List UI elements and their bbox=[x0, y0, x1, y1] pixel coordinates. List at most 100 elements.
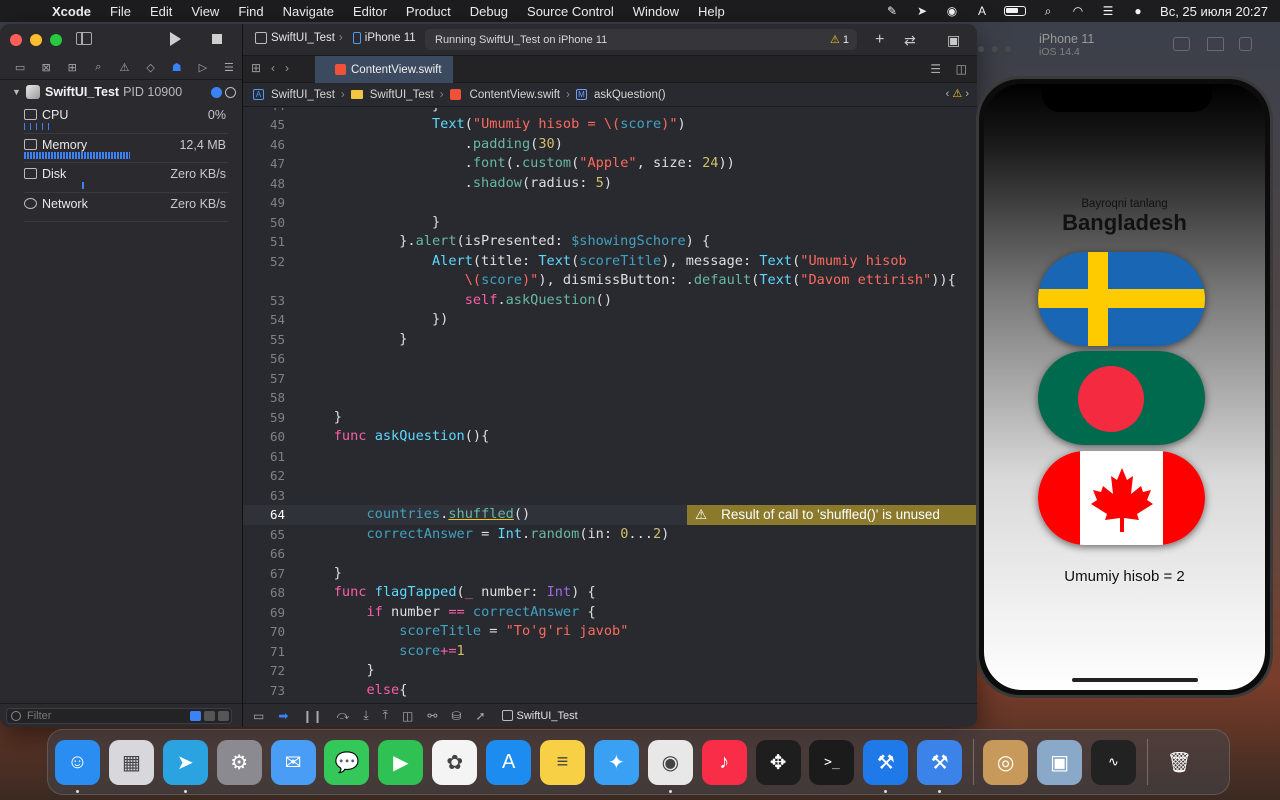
debug-navigator-icon[interactable]: ☗ bbox=[164, 60, 190, 76]
zoom-window-button[interactable] bbox=[50, 34, 62, 46]
dock-app-safari[interactable]: ✦ bbox=[593, 739, 639, 785]
telegram-icon[interactable]: ➤ bbox=[914, 4, 930, 18]
test-navigator-icon[interactable]: ◇ bbox=[138, 60, 164, 76]
code-line[interactable]: 50 } bbox=[243, 213, 977, 233]
code-line[interactable]: 71 score+=1 bbox=[243, 642, 977, 662]
filter-option-icon[interactable] bbox=[190, 710, 201, 721]
dock-app-figma[interactable]: ✥ bbox=[755, 739, 801, 785]
stop-button[interactable] bbox=[212, 34, 222, 44]
screenshot-icon[interactable] bbox=[1173, 37, 1190, 51]
code-line[interactable]: 68 func flagTapped(_ number: Int) { bbox=[243, 583, 977, 603]
dock-app-photos[interactable]: ✿ bbox=[432, 739, 478, 785]
control-center-icon[interactable]: ☰ bbox=[1100, 4, 1116, 18]
dock-app-instruments[interactable]: ⚒ bbox=[917, 739, 963, 793]
code-review-icon[interactable]: ⇄ bbox=[904, 32, 916, 49]
environment-overrides-icon[interactable]: ⛁ bbox=[451, 709, 461, 723]
jumpbar-item[interactable]: SwiftUI_Test bbox=[271, 89, 335, 101]
hide-debug-area-icon[interactable]: ▭ bbox=[253, 709, 264, 723]
report-navigator-icon[interactable]: ☰ bbox=[216, 60, 242, 76]
code-line[interactable]: 54 }) bbox=[243, 310, 977, 330]
jumpbar-item[interactable]: SwiftUI_Test bbox=[370, 89, 434, 101]
warning-count-badge[interactable]: ⚠ 1 bbox=[830, 33, 849, 46]
inspector-toggle-icon[interactable]: ▣ bbox=[947, 32, 960, 49]
step-over-icon[interactable]: ⤼ bbox=[337, 708, 350, 723]
code-line[interactable]: 63 bbox=[243, 486, 977, 506]
dock-app-music[interactable]: ♪ bbox=[701, 739, 747, 785]
tab-contentview[interactable]: ContentView.swift bbox=[315, 56, 453, 83]
home-icon[interactable] bbox=[1207, 37, 1224, 51]
code-line[interactable]: 57 bbox=[243, 369, 977, 389]
step-out-icon[interactable]: ⤒ bbox=[383, 708, 388, 723]
split-editor-icon[interactable]: ◫ bbox=[956, 62, 967, 76]
dock-app-contacts[interactable]: ◎ bbox=[983, 739, 1029, 785]
home-indicator[interactable] bbox=[1072, 678, 1198, 682]
dock-app-app-store[interactable]: A bbox=[486, 739, 532, 785]
dock-app-xcode[interactable]: ⚒ bbox=[863, 739, 909, 793]
code-line[interactable]: 52 Alert(title: Text(scoreTitle), messag… bbox=[243, 252, 977, 272]
play-circle-icon[interactable]: ◉ bbox=[944, 4, 960, 18]
code-line[interactable]: 72 } bbox=[243, 661, 977, 681]
code-line[interactable]: 53 self.askQuestion() bbox=[243, 291, 977, 311]
dock-app-finder[interactable]: ☺ bbox=[55, 739, 100, 793]
memory-graph-icon[interactable]: ⚯ bbox=[427, 709, 437, 723]
gauge-memory[interactable]: Memory 12,4 MB bbox=[24, 134, 228, 163]
sidebar-toggle-icon[interactable] bbox=[76, 32, 92, 45]
code-line[interactable]: 62 bbox=[243, 466, 977, 486]
issue-navigator-icon[interactable]: ⚠ bbox=[111, 60, 137, 76]
step-into-icon[interactable]: ⤓ bbox=[363, 708, 368, 723]
keyboard-A-icon[interactable]: A bbox=[974, 4, 990, 18]
code-line[interactable]: 47 .font(.custom("Apple", size: 24)) bbox=[243, 154, 977, 174]
issue-nav-arrows[interactable]: ‹ ⚠ › bbox=[946, 87, 969, 100]
filter-option-icon[interactable] bbox=[218, 710, 229, 721]
menu-help[interactable]: Help bbox=[698, 4, 725, 19]
menu-window[interactable]: Window bbox=[633, 4, 679, 19]
chevron-down-icon[interactable]: ▼ bbox=[12, 87, 22, 97]
dock-app-system-preferences[interactable]: ⚙ bbox=[216, 739, 262, 785]
flag-button-sweden[interactable] bbox=[1038, 252, 1205, 346]
dock-app-activity-monitor[interactable]: ∿ bbox=[1090, 739, 1136, 785]
code-line[interactable]: 67 } bbox=[243, 564, 977, 584]
code-line[interactable]: 49 bbox=[243, 193, 977, 213]
menu-file[interactable]: File bbox=[110, 4, 131, 19]
menu-view[interactable]: View bbox=[191, 4, 219, 19]
breakpoints-toggle-icon[interactable]: ➡ bbox=[278, 709, 288, 723]
code-line[interactable]: 45 Text("Umumiy hisob = \(score)") bbox=[243, 115, 977, 135]
process-row[interactable]: ▼ SwiftUI_Test PID 10900 bbox=[0, 80, 242, 104]
dock-app-launchpad[interactable]: ▦ bbox=[108, 739, 154, 785]
inline-warning[interactable]: ⚠ Result of call to 'shuffled()' is unuse… bbox=[687, 505, 977, 525]
minimize-window-button[interactable] bbox=[30, 34, 42, 46]
code-line[interactable]: 55 } bbox=[243, 330, 977, 350]
editor-options-icon[interactable]: ☰ bbox=[930, 62, 941, 76]
scheme-selector[interactable]: SwiftUI_Test › iPhone 11 bbox=[255, 32, 416, 44]
dock-app-facetime[interactable]: ▶ bbox=[378, 739, 424, 785]
source-control-navigator-icon[interactable]: ⊠ bbox=[33, 60, 59, 76]
info-badge-icon[interactable] bbox=[211, 86, 222, 98]
breakpoint-navigator-icon[interactable]: ▷ bbox=[190, 60, 216, 76]
dock-app-trash[interactable]: 🗑 bbox=[1157, 740, 1202, 785]
menu-product[interactable]: Product bbox=[406, 4, 451, 19]
wifi-icon[interactable]: ◠ bbox=[1070, 4, 1086, 18]
add-icon[interactable]: + bbox=[875, 31, 884, 49]
pause-icon[interactable]: ❙❙ bbox=[302, 709, 322, 723]
menu-debug[interactable]: Debug bbox=[470, 4, 508, 19]
code-line[interactable]: 51 }.alert(isPresented: $showingSchore) … bbox=[243, 232, 977, 252]
flag-button-canada[interactable] bbox=[1038, 451, 1205, 545]
flag-button-bangladesh[interactable] bbox=[1038, 351, 1205, 445]
symbol-navigator-icon[interactable]: ⊞ bbox=[59, 60, 85, 76]
dock-app-mail[interactable]: ✉ bbox=[270, 739, 316, 785]
dock-app-messages[interactable]: 💬 bbox=[324, 739, 370, 785]
menu-clock[interactable]: Вс, 25 июля 20:27 bbox=[1160, 4, 1268, 19]
close-window-button[interactable] bbox=[10, 34, 22, 46]
jumpbar-item[interactable]: ContentView.swift bbox=[470, 89, 561, 101]
menu-find[interactable]: Find bbox=[238, 4, 263, 19]
simulator-screen[interactable]: Bayroqni tanlang Bangladesh Umumiy hisob… bbox=[984, 84, 1265, 690]
nav-arrows-icon[interactable]: ⊞‹› bbox=[251, 61, 299, 75]
code-line[interactable]: 65 correctAnswer = Int.random(in: 0...2) bbox=[243, 525, 977, 545]
code-line[interactable]: 58 bbox=[243, 388, 977, 408]
gauge-disk[interactable]: Disk Zero KB/s bbox=[24, 163, 228, 193]
activity-view[interactable]: Running SwiftUI_Test on iPhone 11 ⚠ 1 bbox=[425, 29, 857, 50]
filter-option-icon[interactable] bbox=[204, 710, 215, 721]
menu-navigate[interactable]: Navigate bbox=[283, 4, 334, 19]
find-navigator-icon[interactable]: ⌕ bbox=[85, 60, 111, 76]
dock-app-terminal[interactable]: >_ bbox=[809, 739, 855, 785]
